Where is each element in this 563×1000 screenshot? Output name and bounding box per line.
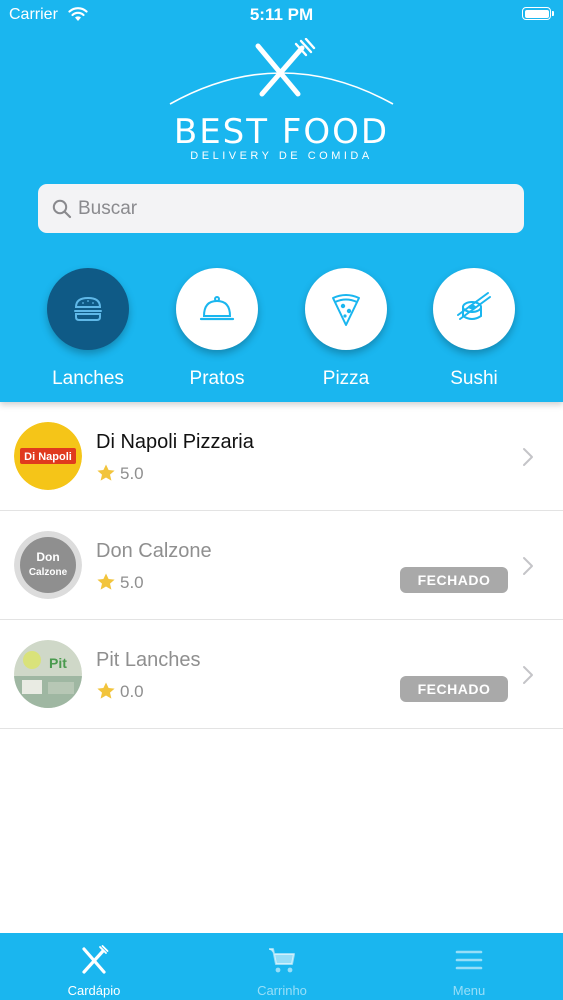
category-label: Pratos <box>189 368 245 389</box>
restaurant-row[interactable]: Don Calzone Don Calzone 5.0 FECHADO <box>0 511 563 620</box>
category-button-sushi[interactable] <box>433 268 515 350</box>
svg-text:Di Napoli: Di Napoli <box>24 451 72 463</box>
category-label: Sushi <box>450 368 498 389</box>
chevron-right-icon <box>523 666 533 684</box>
category-button-pratos[interactable] <box>176 268 258 350</box>
tab-bar: Cardápio Carrinho Menu <box>0 933 563 1000</box>
sushi-icon <box>457 292 491 320</box>
category-label: Lanches <box>52 368 124 389</box>
fork-knife-icon <box>82 945 109 974</box>
status-bar: Carrier 5:11 PM <box>0 0 563 28</box>
star-icon <box>97 464 115 481</box>
category-pratos[interactable]: Pratos <box>162 268 272 390</box>
restaurant-row[interactable]: Di Napoli Di Napoli Pizzaria 5.0 <box>0 402 563 511</box>
restaurant-rating: 5.0 <box>120 573 144 592</box>
star-icon <box>97 573 115 590</box>
restaurant-row[interactable]: Pit Pit Lanches 0.0 FECHADO <box>0 620 563 729</box>
svg-text:Don: Don <box>36 550 59 564</box>
svg-text:Pit: Pit <box>49 655 67 671</box>
brand-title: BEST FOOD <box>173 112 390 152</box>
tab-label: Carrinho <box>257 983 307 998</box>
status-badge: FECHADO <box>400 567 508 593</box>
category-button-lanches[interactable] <box>47 268 129 350</box>
restaurant-rating: 0.0 <box>120 682 144 701</box>
brand-logo: BEST FOOD DELIVERY DE COMIDA <box>150 38 413 168</box>
tab-carrinho[interactable]: Carrinho <box>188 933 376 1000</box>
category-sushi[interactable]: Sushi <box>419 268 529 390</box>
category-label: Pizza <box>322 368 370 389</box>
cloche-icon <box>199 296 235 321</box>
svg-text:Calzone: Calzone <box>29 567 68 578</box>
tab-cardapio[interactable]: Cardápio <box>0 933 188 1000</box>
status-badge: FECHADO <box>400 676 508 702</box>
category-lanches[interactable]: Lanches <box>33 268 143 390</box>
chevron-right-icon <box>523 557 533 575</box>
clock: 5:11 PM <box>249 5 314 24</box>
search-icon <box>52 199 72 219</box>
restaurant-name: Don Calzone <box>96 540 212 562</box>
chevron-right-icon <box>523 448 533 466</box>
category-button-pizza[interactable] <box>305 268 387 350</box>
search-input[interactable] <box>78 184 508 233</box>
restaurant-list: Di Napoli Di Napoli Pizzaria 5.0 Don Cal… <box>0 402 563 729</box>
brand-subtitle: DELIVERY DE COMIDA <box>190 150 373 162</box>
star-icon <box>97 682 115 699</box>
burger-icon <box>74 296 102 321</box>
restaurant-logo: Don Calzone <box>14 531 82 599</box>
tab-label: Menu <box>452 983 486 998</box>
restaurant-rating: 5.0 <box>120 464 144 483</box>
pizza-slice-icon <box>332 294 360 326</box>
restaurant-logo: Pit <box>14 640 82 708</box>
cart-icon <box>269 948 295 973</box>
restaurant-name: Di Napoli Pizzaria <box>96 431 254 453</box>
restaurant-logo: Di Napoli <box>14 422 82 490</box>
restaurant-name: Pit Lanches <box>96 649 201 671</box>
hamburger-menu-icon <box>455 950 483 970</box>
fork-knife-logo-icon <box>169 38 394 105</box>
battery-icon <box>522 7 554 20</box>
app-header: Carrier 5:11 PM BEST FOOD DELIVERY DE CO… <box>0 0 563 402</box>
tab-menu[interactable]: Menu <box>375 933 563 1000</box>
category-pizza[interactable]: Pizza <box>291 268 401 390</box>
tab-label: Cardápio <box>67 983 121 998</box>
search-bar[interactable] <box>38 184 524 233</box>
